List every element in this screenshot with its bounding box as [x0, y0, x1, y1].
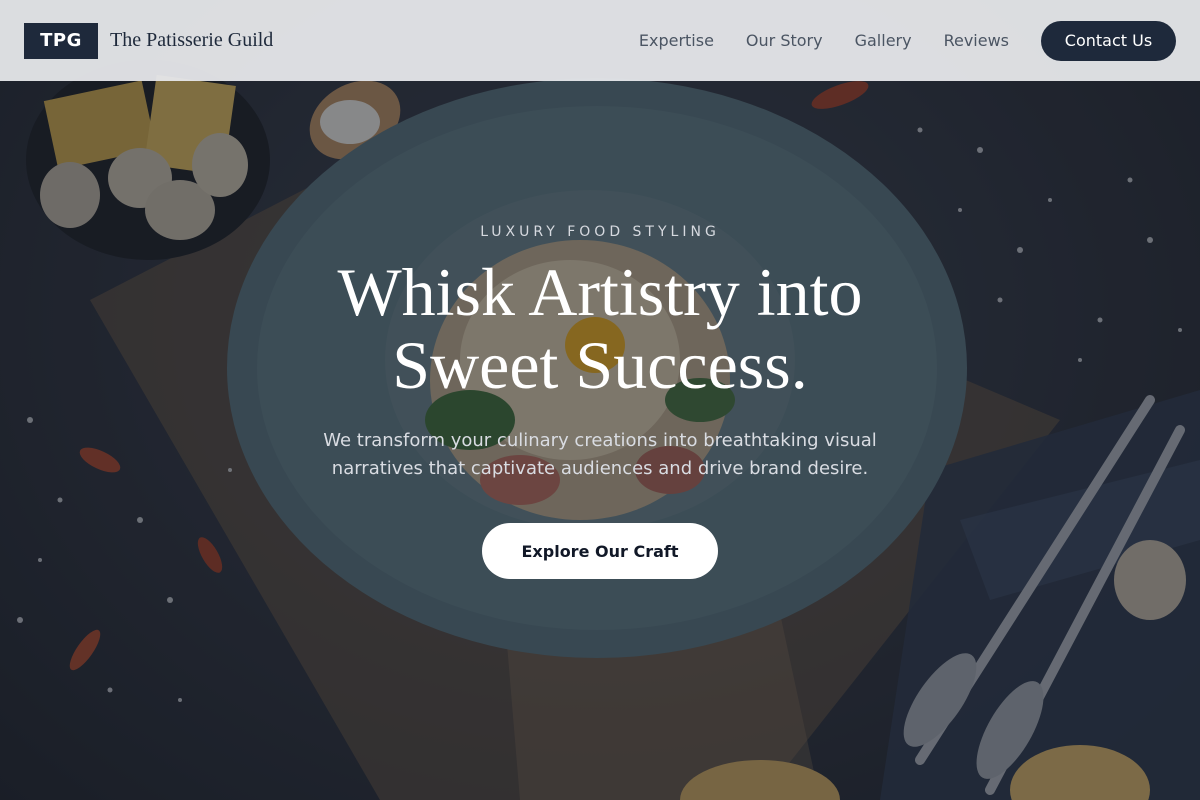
logo-badge[interactable]: TPG [24, 22, 98, 59]
hero-eyebrow: LUXURY FOOD STYLING [480, 224, 720, 240]
nav-link-gallery[interactable]: Gallery [855, 31, 912, 50]
hero-subtext: We transform your culinary creations int… [323, 430, 877, 479]
nav-link-reviews[interactable]: Reviews [944, 31, 1009, 50]
nav-link-our-story[interactable]: Our Story [746, 31, 823, 50]
hero-section: LUXURY FOOD STYLING Whisk Artistry into … [0, 81, 1200, 800]
nav-link-expertise[interactable]: Expertise [639, 31, 714, 50]
main-nav: Expertise Our Story Gallery Reviews Cont… [639, 20, 1176, 61]
hero-headline: Whisk Artistry into Sweet Success. [337, 254, 863, 403]
brand-name[interactable]: The Patisserie Guild [110, 29, 273, 52]
explore-our-craft-button[interactable]: Explore Our Craft [482, 523, 718, 579]
site-header: TPG The Patisserie Guild Expertise Our S… [0, 0, 1200, 81]
contact-us-button[interactable]: Contact Us [1041, 20, 1176, 61]
